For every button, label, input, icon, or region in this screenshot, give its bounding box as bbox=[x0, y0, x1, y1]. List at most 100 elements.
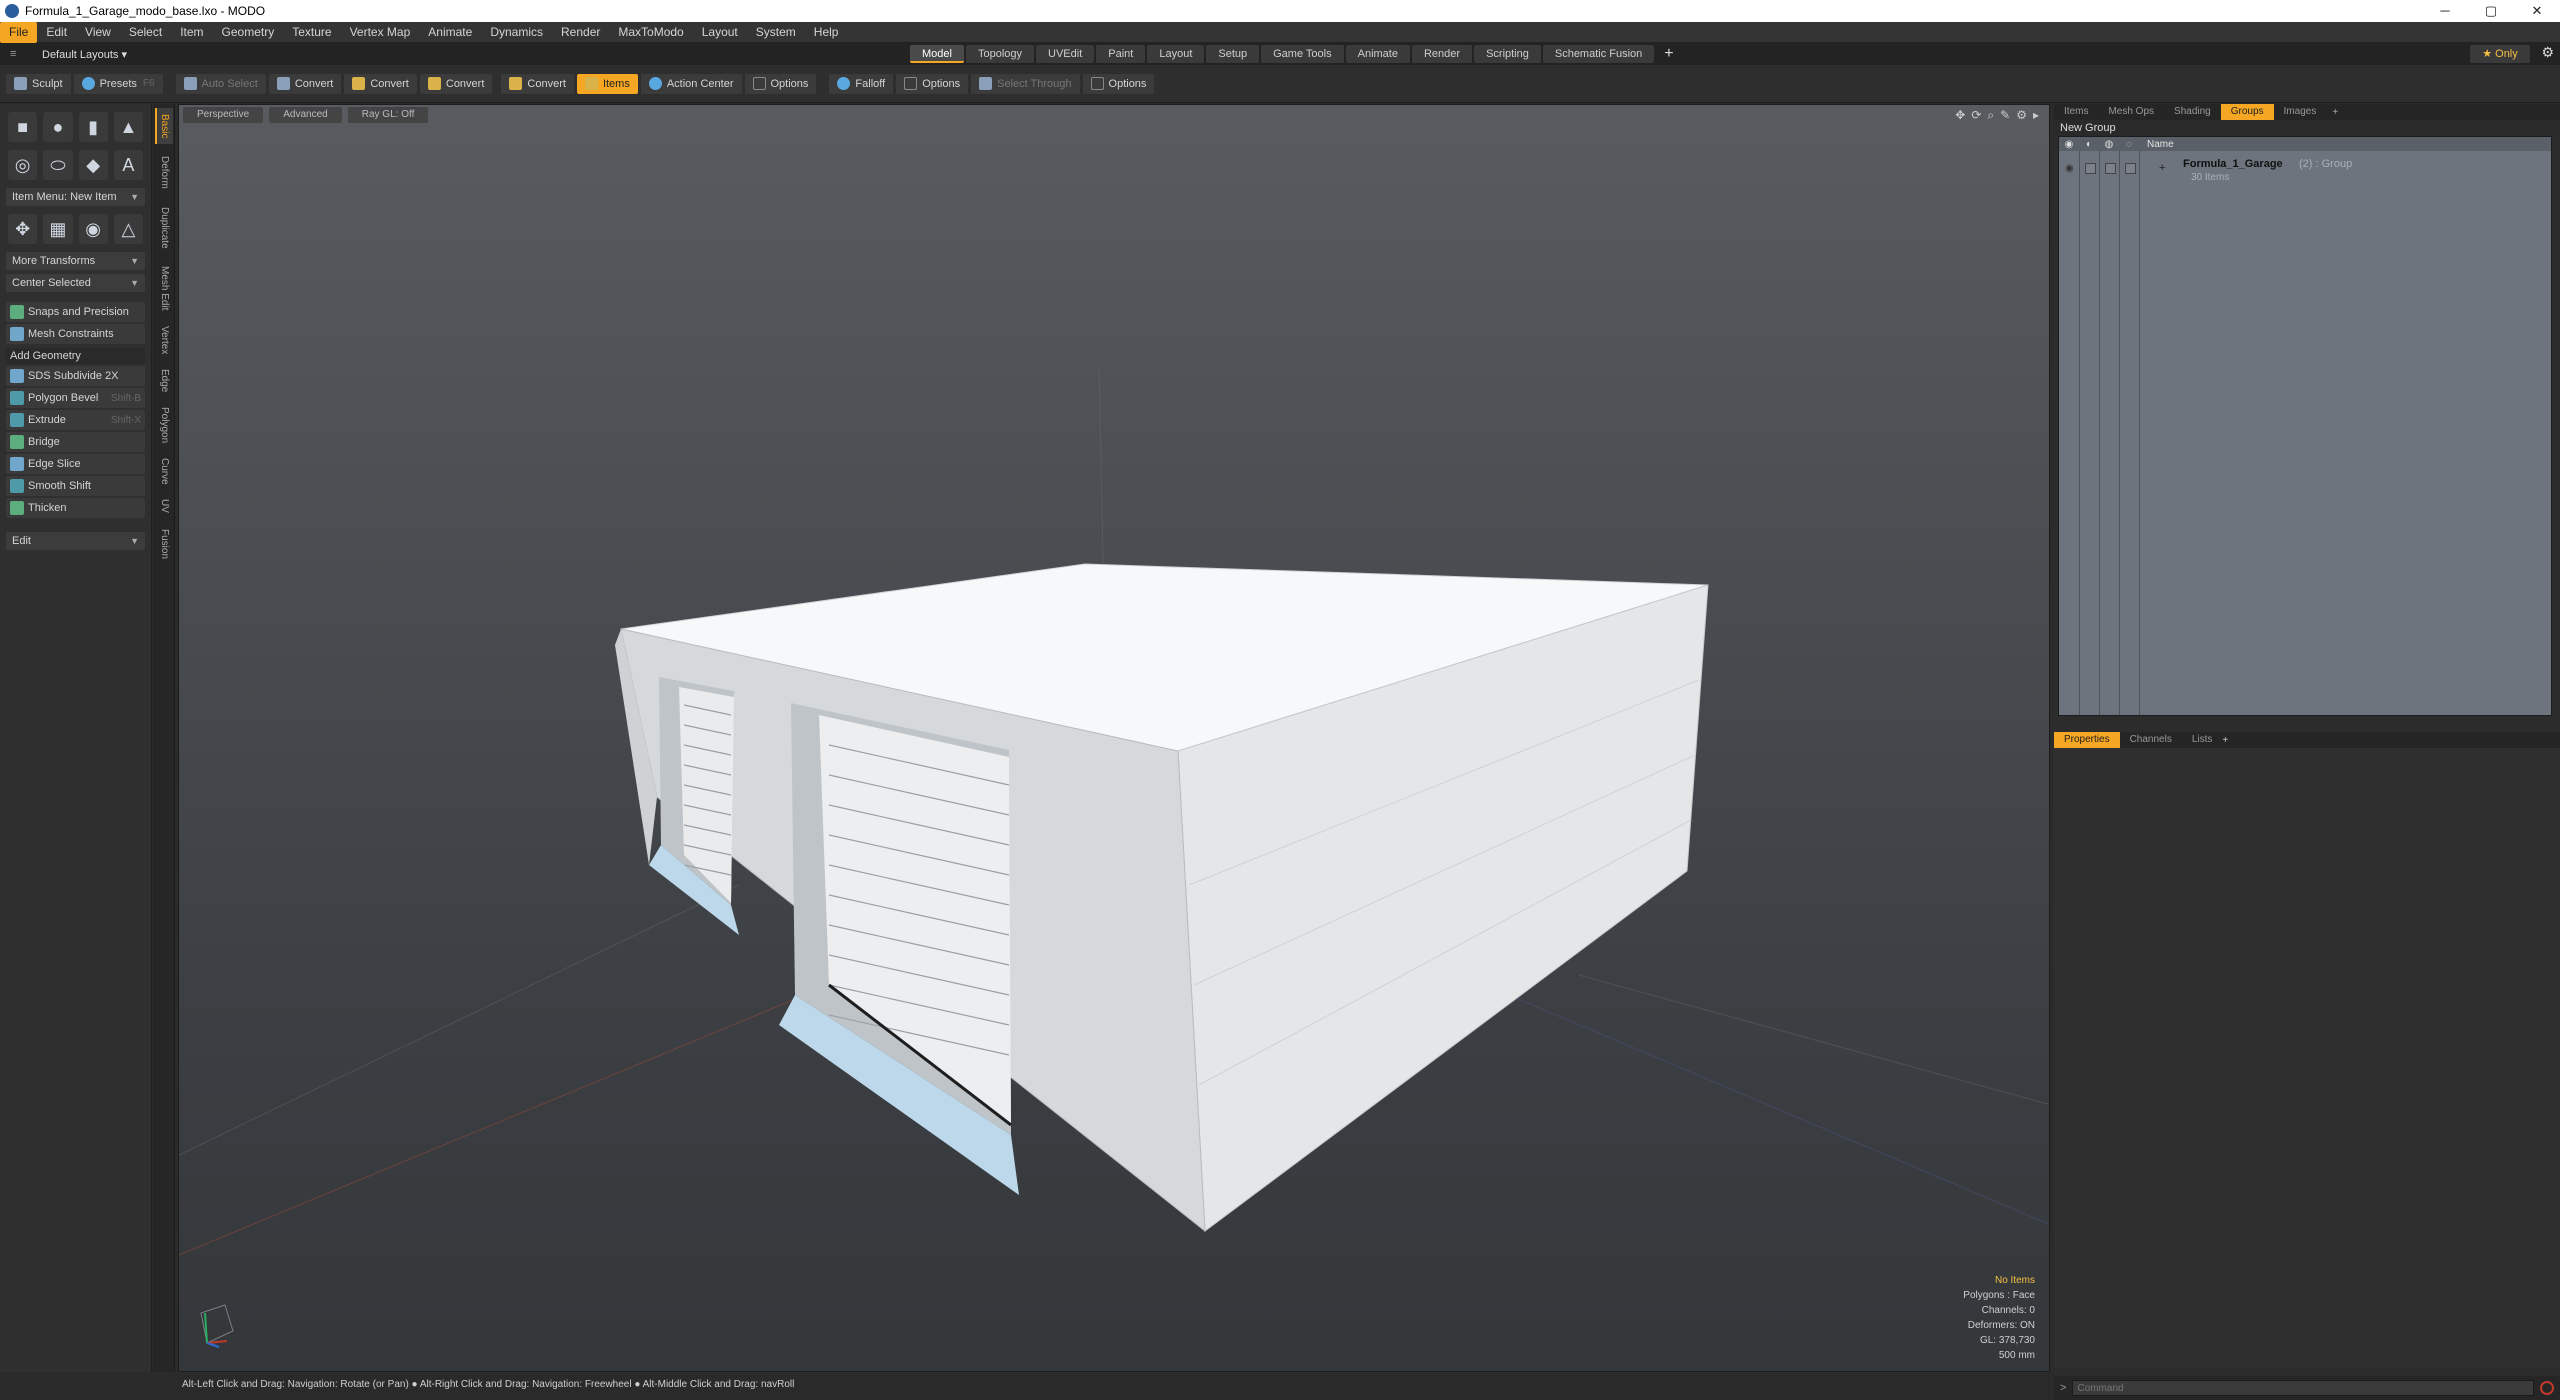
action-center-options-button[interactable]: Options bbox=[744, 73, 817, 94]
sds-subdivide-button[interactable]: SDS Subdivide 2X bbox=[6, 366, 145, 386]
fit-view-icon[interactable]: ✥ bbox=[1955, 108, 1965, 123]
tab-images[interactable]: Images bbox=[2274, 104, 2327, 120]
tab-items[interactable]: Items bbox=[2054, 104, 2098, 120]
sculpt-button[interactable]: Sculpt bbox=[6, 73, 71, 94]
menu-file[interactable]: File bbox=[0, 21, 38, 43]
tab-lists[interactable]: Lists bbox=[2182, 732, 2223, 748]
visibility-column-eye-icon[interactable]: ◉ bbox=[2059, 139, 2079, 150]
tab-schematic-fusion[interactable]: Schematic Fusion bbox=[1542, 45, 1655, 63]
tab-setup[interactable]: Setup bbox=[1206, 45, 1260, 63]
menu-select[interactable]: Select bbox=[120, 22, 171, 43]
cylinder-icon[interactable]: ▮ bbox=[78, 112, 108, 142]
maximize-button[interactable]: ▢ bbox=[2468, 0, 2514, 22]
menu-edit[interactable]: Edit bbox=[37, 22, 76, 43]
name-column-header[interactable]: Name bbox=[2139, 139, 2174, 150]
menu-animate[interactable]: Animate bbox=[419, 22, 481, 43]
bridge-button[interactable]: Bridge bbox=[6, 432, 145, 452]
auto-select-button[interactable]: Auto Select bbox=[175, 73, 266, 94]
pan-view-icon[interactable]: ✎ bbox=[2000, 108, 2010, 123]
menu-system[interactable]: System bbox=[747, 22, 805, 43]
perspective-dropdown[interactable]: Perspective bbox=[183, 107, 264, 123]
close-button[interactable]: ✕ bbox=[2514, 0, 2560, 22]
tab-uvedit[interactable]: UVEdit bbox=[1036, 45, 1095, 63]
command-history-icon[interactable]: > bbox=[2054, 1382, 2072, 1394]
lock-column-icon[interactable]: ◍ bbox=[2099, 139, 2119, 150]
center-selected-dropdown[interactable]: Center Selected ▼ bbox=[6, 274, 145, 292]
menu-maxtomodo[interactable]: MaxToModo bbox=[609, 22, 692, 43]
3d-viewport[interactable]: Perspective Advanced Ray GL: Off ✥ ⟳ ⌕ ✎… bbox=[178, 104, 2050, 1372]
tab-game-tools[interactable]: Game Tools bbox=[1261, 45, 1344, 63]
torus-icon[interactable]: ◎ bbox=[8, 150, 38, 180]
menu-texture[interactable]: Texture bbox=[283, 22, 340, 43]
more-transforms-dropdown[interactable]: More Transforms ▼ bbox=[6, 252, 145, 270]
extrude-button[interactable]: Extrude Shift-X bbox=[6, 410, 145, 430]
convert-materials-button[interactable]: Convert bbox=[501, 73, 574, 94]
viewport-gear-icon[interactable]: ⚙ bbox=[2016, 108, 2027, 123]
lock-checkbox[interactable] bbox=[2105, 163, 2116, 174]
vtab-basic[interactable]: Basic bbox=[155, 108, 173, 144]
menu-vertex-map[interactable]: Vertex Map bbox=[341, 22, 420, 43]
vtab-polygon[interactable]: Polygon bbox=[155, 402, 173, 448]
minimize-button[interactable]: ─ bbox=[2422, 0, 2468, 22]
select-checkbox[interactable] bbox=[2125, 163, 2136, 174]
edge-slice-button[interactable]: Edge Slice bbox=[6, 454, 145, 474]
tab-animate[interactable]: Animate bbox=[1345, 45, 1410, 63]
tab-groups[interactable]: Groups bbox=[2220, 104, 2274, 120]
grid-tool-icon[interactable]: ▦ bbox=[43, 214, 73, 244]
rotate-view-icon[interactable]: ⟳ bbox=[1971, 108, 1981, 123]
tab-scripting[interactable]: Scripting bbox=[1474, 45, 1541, 63]
tab-layout[interactable]: Layout bbox=[1147, 45, 1205, 63]
tab-channels[interactable]: Channels bbox=[2120, 732, 2182, 748]
vtab-mesh-edit[interactable]: Mesh Edit bbox=[155, 260, 173, 316]
render-checkbox[interactable] bbox=[2085, 163, 2096, 174]
cone-icon[interactable]: ▲ bbox=[113, 112, 143, 142]
select-through-options-button[interactable]: Options bbox=[1082, 73, 1155, 94]
tab-model[interactable]: Model bbox=[910, 45, 964, 63]
vtab-duplicate[interactable]: Duplicate bbox=[155, 200, 173, 256]
action-center-button[interactable]: Action Center bbox=[640, 73, 742, 94]
menu-dynamics[interactable]: Dynamics bbox=[481, 22, 552, 43]
menu-layout[interactable]: Layout bbox=[693, 22, 747, 43]
zoom-view-icon[interactable]: ⌕ bbox=[1987, 108, 1994, 123]
add-panel-tab-icon[interactable]: + bbox=[2326, 107, 2344, 118]
snaps-precision-button[interactable]: Snaps and Precision bbox=[6, 302, 145, 322]
add-properties-tab-icon[interactable]: + bbox=[2222, 735, 2228, 746]
tab-paint[interactable]: Paint bbox=[1096, 45, 1146, 63]
move-tool-icon[interactable]: ✥ bbox=[8, 214, 38, 244]
vtab-uv[interactable]: UV bbox=[155, 494, 173, 518]
menu-help[interactable]: Help bbox=[805, 22, 848, 43]
groups-list[interactable]: ◉ ◐ ◍ ◌ Name ◉ + Formula_1_Garage (2) : … bbox=[2058, 136, 2552, 716]
tab-render[interactable]: Render bbox=[1411, 45, 1473, 63]
falloff-options-button[interactable]: Options bbox=[896, 73, 969, 94]
group-row[interactable]: ◉ + Formula_1_Garage (2) : Group 30 Item… bbox=[2059, 155, 2551, 185]
eye-icon[interactable]: ◉ bbox=[2065, 163, 2074, 174]
expand-icon[interactable]: + bbox=[2159, 162, 2165, 174]
add-tab-icon[interactable]: + bbox=[1656, 45, 1681, 63]
default-layouts-dropdown[interactable]: Default Layouts ▾ bbox=[42, 48, 127, 61]
menu-geometry[interactable]: Geometry bbox=[213, 22, 284, 43]
convert-vertices-button[interactable]: Convert bbox=[268, 73, 342, 94]
only-toggle-button[interactable]: ★ Only bbox=[2470, 45, 2530, 63]
advanced-dropdown[interactable]: Advanced bbox=[269, 107, 342, 123]
sphere-icon[interactable]: ● bbox=[43, 112, 73, 142]
tab-mesh-ops[interactable]: Mesh Ops bbox=[2098, 104, 2164, 120]
polygon-bevel-button[interactable]: Polygon Bevel Shift-B bbox=[6, 388, 145, 408]
convert-edges-button[interactable]: Convert bbox=[344, 73, 417, 94]
new-group-button[interactable]: New Group bbox=[2054, 120, 2560, 136]
presets-button[interactable]: Presets F6 bbox=[73, 73, 163, 94]
capsule-icon[interactable]: ⬭ bbox=[43, 150, 73, 180]
convert-polygons-button[interactable]: Convert bbox=[419, 73, 493, 94]
raygl-toggle[interactable]: Ray GL: Off bbox=[347, 107, 429, 123]
vtab-vertex[interactable]: Vertex bbox=[155, 320, 173, 360]
tab-properties[interactable]: Properties bbox=[2054, 732, 2120, 748]
render-column-icon[interactable]: ◐ bbox=[2079, 139, 2099, 150]
select-column-icon[interactable]: ◌ bbox=[2119, 139, 2139, 150]
command-input[interactable] bbox=[2072, 1380, 2534, 1396]
menu-view[interactable]: View bbox=[76, 22, 120, 43]
select-through-button[interactable]: Select Through bbox=[971, 73, 1080, 94]
gear-icon[interactable]: ⚙ bbox=[2541, 44, 2554, 61]
item-menu-dropdown[interactable]: Item Menu: New Item ▼ bbox=[6, 188, 145, 206]
vtab-deform[interactable]: Deform bbox=[155, 148, 173, 196]
layout-stack-icon[interactable]: ≡ bbox=[10, 48, 24, 60]
menu-item[interactable]: Item bbox=[171, 22, 212, 43]
